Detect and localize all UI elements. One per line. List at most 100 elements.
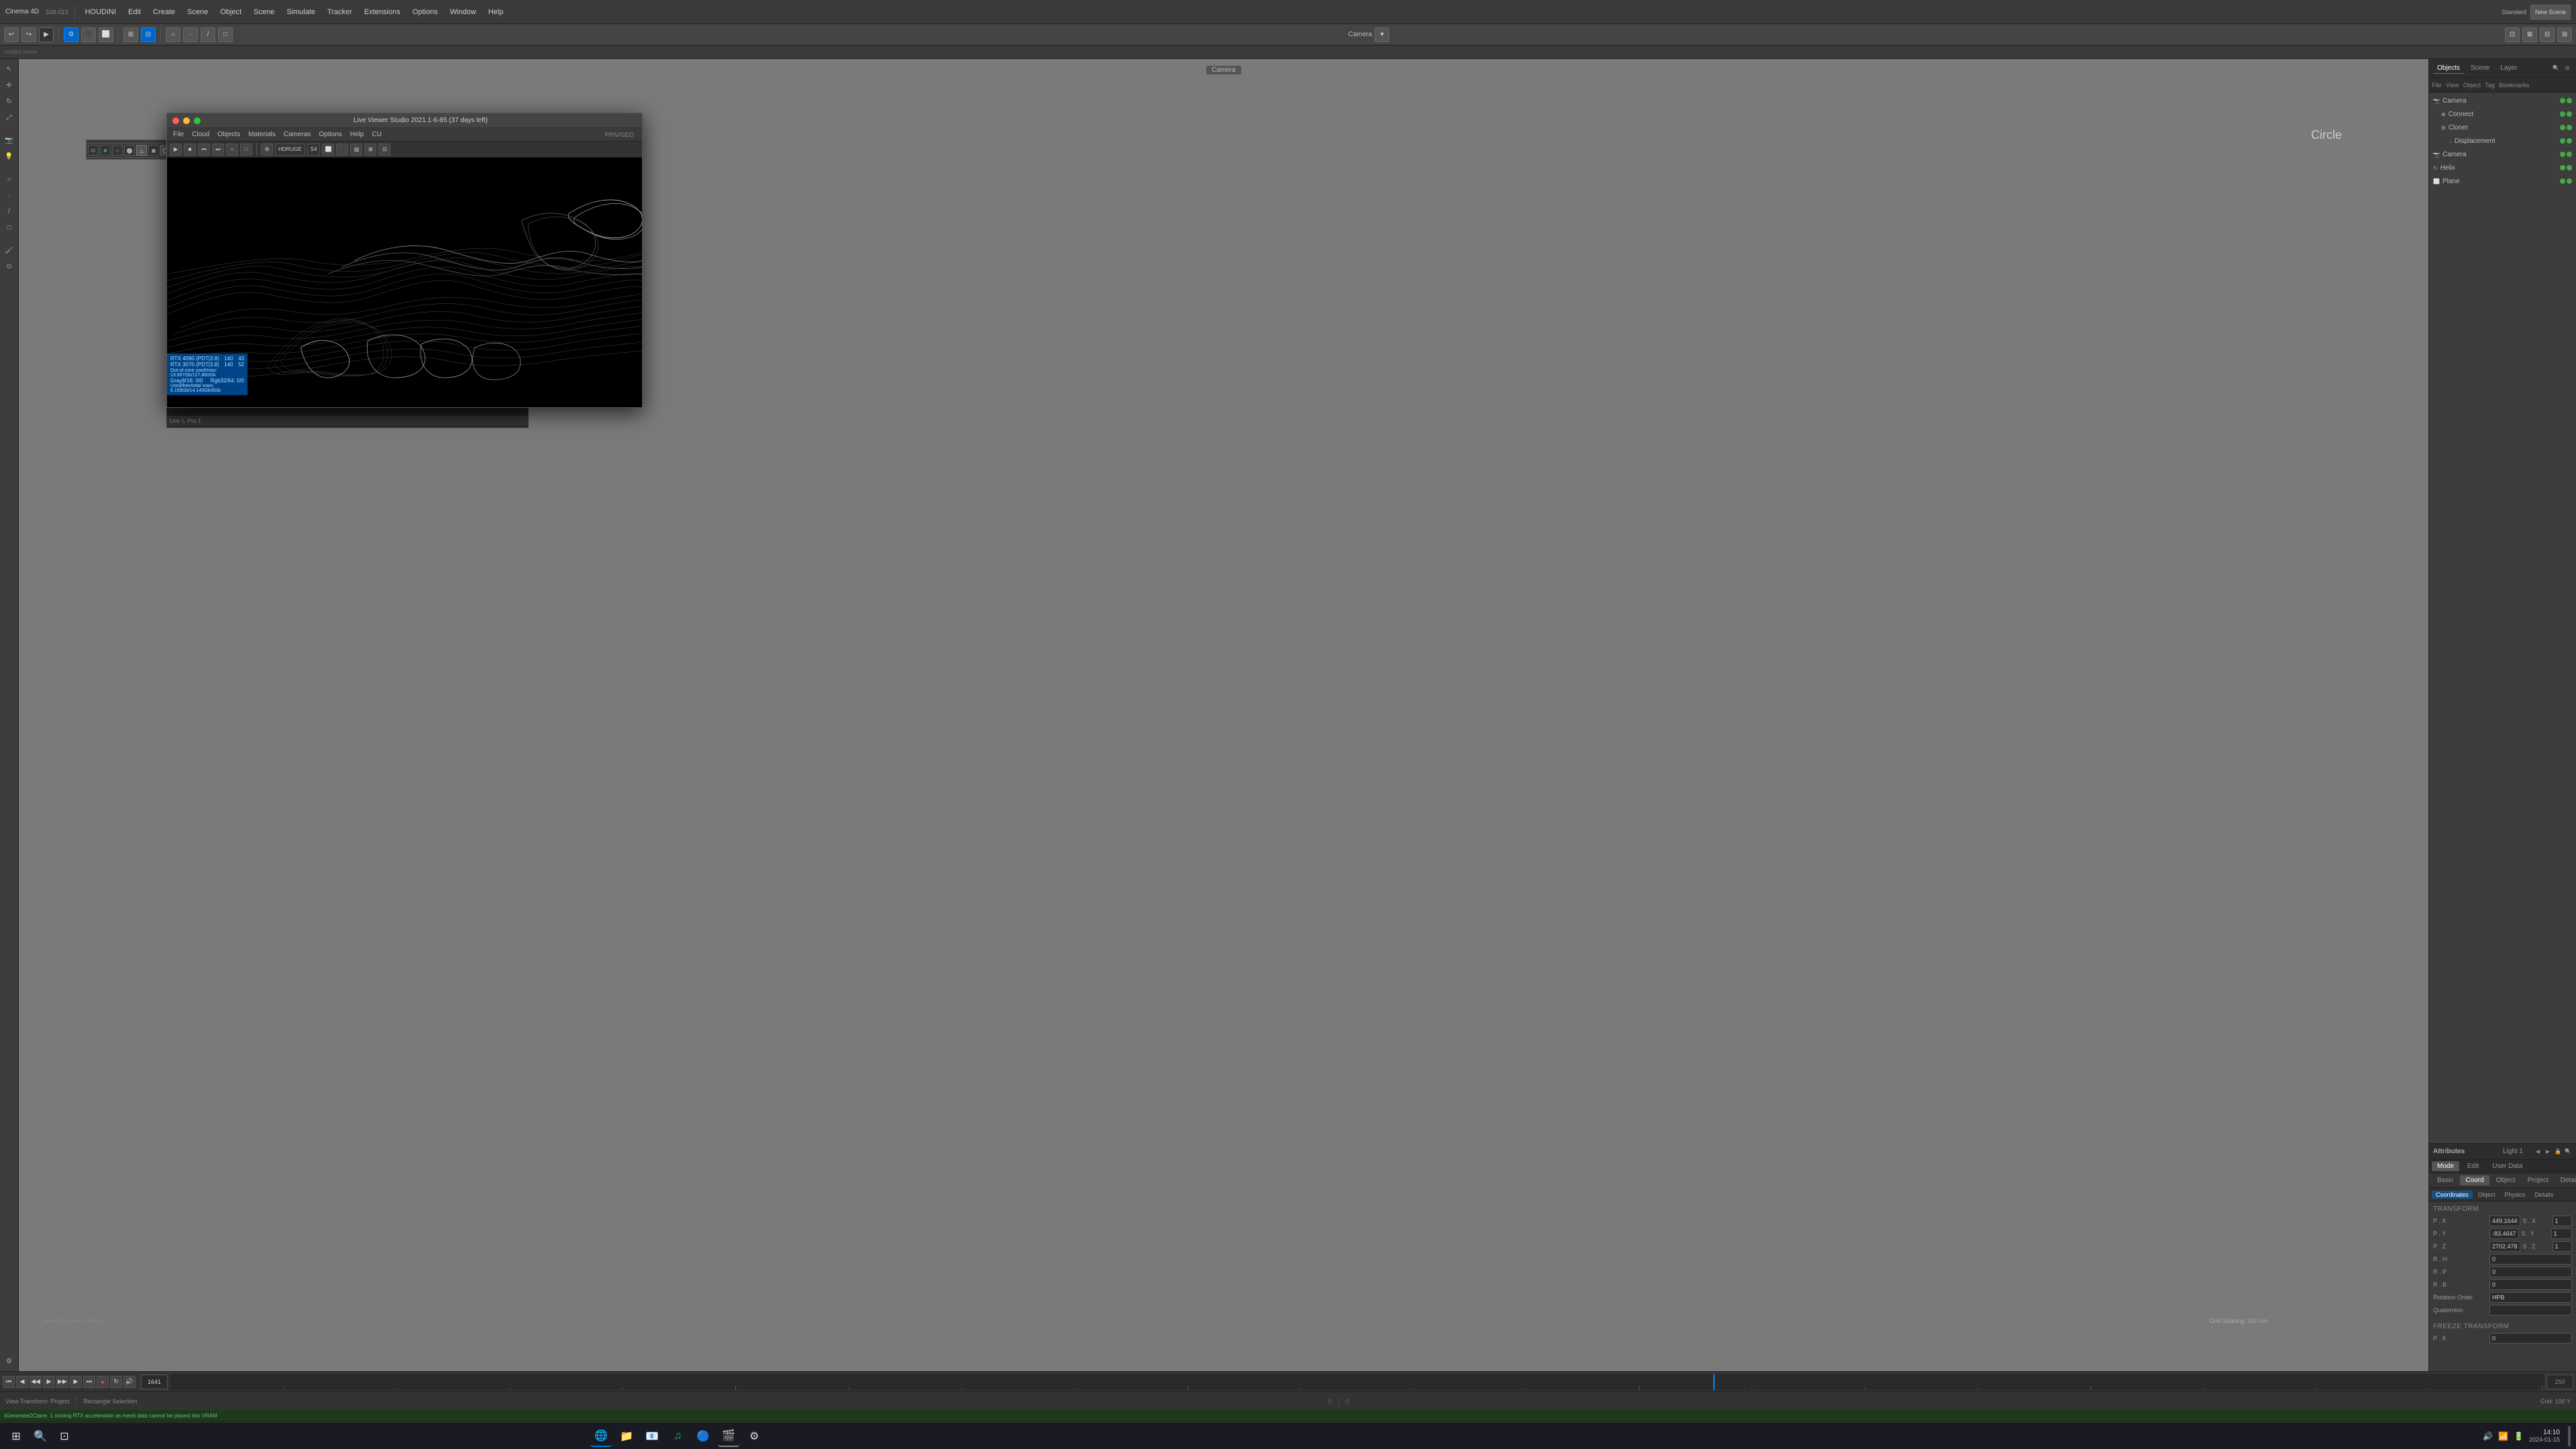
menu-tracker[interactable]: Tracker (323, 7, 356, 17)
sx-field[interactable]: 1 (2553, 1216, 2572, 1226)
objects-settings-icon[interactable]: ⚙ (2563, 64, 2572, 73)
taskbar-system-icon[interactable]: ⚙ (743, 1426, 765, 1447)
attr-header-mode[interactable]: Mode (2432, 1161, 2459, 1171)
tool-rotate[interactable]: ↻ (2, 94, 17, 109)
attr-subtab-object[interactable]: Object (2474, 1191, 2500, 1199)
tool-sculpt[interactable]: ⊙ (2, 259, 17, 274)
menu-scene2[interactable]: Scene (250, 7, 278, 17)
tab-scene[interactable]: Scene (2467, 63, 2493, 73)
tab-objects[interactable]: Objects (2433, 63, 2464, 74)
quat-field[interactable] (2489, 1305, 2572, 1316)
taskbar-app1-icon[interactable]: 📧 (641, 1426, 663, 1447)
task-view-button[interactable]: ⊡ (54, 1426, 75, 1447)
attr-tab-object[interactable]: Object (2491, 1175, 2521, 1185)
attr-next-btn[interactable]: ▶ (2544, 1148, 2552, 1156)
window-maximize-btn[interactable] (194, 117, 201, 124)
sy-field[interactable]: 1 (2551, 1228, 2572, 1239)
live-viewer-window[interactable]: Live Viewer Studio 2021.1-6-85 (37 days … (166, 113, 643, 408)
viewport[interactable]: Camera Grid Spacing: 100 cm View Transfo… (19, 59, 2428, 1371)
rz-field[interactable]: 0 (2489, 1279, 2572, 1290)
ry-field[interactable]: 0 (2489, 1267, 2572, 1277)
tool-camera[interactable]: 📷 (2, 133, 17, 148)
objects-search-icon[interactable]: 🔍 (2551, 64, 2561, 73)
lv-circle-btn[interactable]: ○ (226, 144, 238, 156)
attr-tab-coord[interactable]: Coord (2460, 1175, 2489, 1185)
render-btn[interactable]: ⬜ (99, 28, 113, 42)
obj-item-plane[interactable]: ⬜ Plane (2429, 174, 2576, 188)
tool-move[interactable]: ✛ (2, 78, 17, 93)
lv-img-btn2[interactable]: ⬛ (336, 144, 348, 156)
lv-menu-help[interactable]: Help (347, 130, 368, 139)
tl-next-frame-btn[interactable]: ▶ (70, 1376, 82, 1388)
menu-options[interactable]: Options (409, 7, 442, 17)
obj-item-connect[interactable]: ⊕ Connect (2429, 107, 2576, 121)
new-scene-button[interactable]: New Scene (2530, 5, 2571, 19)
layout-btn1[interactable]: ⊡ (2505, 28, 2520, 42)
edge-mode-btn[interactable]: / (201, 28, 215, 42)
tb-btn6[interactable]: ▣ (148, 145, 159, 156)
attr-subtab-coords[interactable]: Coordinates (2432, 1191, 2473, 1199)
obj-header-menu5[interactable]: Bookmarks (2499, 82, 2529, 89)
render-active-btn[interactable]: ⚙ (64, 28, 78, 42)
obj-item-cloner[interactable]: ⊞ Cloner (2429, 121, 2576, 134)
layout-btn3[interactable]: ⊟ (2540, 28, 2555, 42)
lv-img-btn5[interactable]: ⊡ (378, 144, 390, 156)
tl-record-btn[interactable]: ● (97, 1376, 109, 1388)
search-button[interactable]: 🔍 (30, 1426, 51, 1447)
tab-layer[interactable]: Layer (2496, 63, 2521, 73)
lv-settings-btn[interactable]: ⚙ (261, 144, 273, 156)
start-button[interactable]: ⊞ (5, 1426, 27, 1447)
snap-btn[interactable]: ⊞ (123, 28, 138, 42)
tl-loop-btn[interactable]: ↻ (110, 1376, 122, 1388)
frame-counter[interactable]: 1641 (141, 1375, 168, 1389)
lv-img-btn1[interactable]: ⬜ (322, 144, 334, 156)
attr-tab-project[interactable]: Project (2522, 1175, 2554, 1185)
taskbar-c4d-icon[interactable]: 🎬 (718, 1426, 739, 1447)
attr-header-userdata[interactable]: User Data (2487, 1161, 2528, 1171)
obj-header-menu1[interactable]: File (2432, 82, 2442, 89)
attr-header-edit[interactable]: Edit (2462, 1161, 2484, 1171)
attr-tab-details[interactable]: Details (2555, 1175, 2576, 1185)
lv-play-btn[interactable]: ▶ (170, 144, 182, 156)
lv-menu-materials[interactable]: Materials (245, 130, 279, 139)
menu-houdini[interactable]: HOUDINI (81, 7, 120, 17)
lv-menu-cameras[interactable]: Cameras (280, 130, 315, 139)
tl-play-rev-btn[interactable]: ◀◀ (30, 1376, 42, 1388)
menu-edit[interactable]: Edit (124, 7, 145, 17)
freeze-px-field[interactable]: 0 (2489, 1333, 2572, 1344)
tool-select[interactable]: ↖ (2, 62, 17, 76)
frame-end-display[interactable]: 250 (2546, 1375, 2573, 1389)
attr-prev-btn[interactable]: ◀ (2534, 1148, 2542, 1156)
sz-field[interactable]: 1 (2553, 1241, 2572, 1252)
menu-window[interactable]: Window (446, 7, 480, 17)
tool-edge[interactable]: / (2, 204, 17, 219)
lv-menu-cu[interactable]: CU (368, 130, 384, 139)
menu-simulate[interactable]: Simulate (282, 7, 319, 17)
window-close-btn[interactable] (172, 117, 179, 124)
tool-poly[interactable]: □ (2, 220, 17, 235)
layout-btn4[interactable]: ⊞ (2557, 28, 2572, 42)
camera-dropdown[interactable]: ▾ (1375, 28, 1389, 42)
rx-field[interactable]: 0 (2489, 1254, 2572, 1265)
timeline-ruler[interactable] (170, 1374, 2544, 1390)
tb-btn2[interactable]: ■ (100, 145, 111, 156)
tool-point[interactable]: · (2, 188, 17, 203)
menu-create[interactable]: Create (149, 7, 179, 17)
lv-next-btn[interactable]: ⏭ (212, 144, 224, 156)
redo-btn[interactable]: ↪ (21, 28, 36, 42)
lv-square-btn[interactable]: □ (240, 144, 252, 156)
resolution-display[interactable]: S4 (307, 144, 321, 156)
undo-btn[interactable]: ↩ (4, 28, 19, 42)
tray-icon1[interactable]: 🔊 (2483, 1432, 2493, 1441)
menu-object[interactable]: Object (216, 7, 246, 17)
attr-subtab-physics[interactable]: Physics (2501, 1191, 2530, 1199)
attr-subtab-details[interactable]: Details (2531, 1191, 2558, 1199)
taskbar-explorer-icon[interactable]: 📁 (616, 1426, 637, 1447)
obj-item-camera2[interactable]: 📷 Camera (2429, 148, 2576, 161)
point-mode-btn[interactable]: · (183, 28, 198, 42)
render-mode-display[interactable]: HDRUGE (275, 144, 305, 156)
lv-menu-objects[interactable]: Objects (214, 130, 244, 139)
window-minimize-btn[interactable] (183, 117, 190, 124)
tool-obj[interactable]: ○ (2, 172, 17, 186)
obj-item-helix[interactable]: ↻ Helix (2429, 161, 2576, 174)
